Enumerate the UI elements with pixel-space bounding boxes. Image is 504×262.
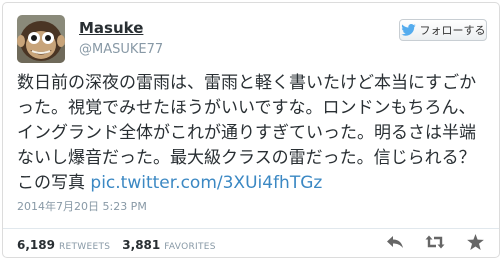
- tweet-actions: [385, 233, 485, 251]
- divider: [3, 228, 499, 229]
- follow-button[interactable]: フォローする: [399, 19, 487, 41]
- star-icon[interactable]: [465, 233, 485, 251]
- reply-icon[interactable]: [385, 233, 405, 251]
- avatar[interactable]: [17, 15, 65, 63]
- tweet-text: 数日前の深夜の雷雨は、雷雨と軽く書いたけど本当にすごかった。視覚でみせたほうがい…: [17, 71, 491, 196]
- tweet-stats: 6,189 RETWEETS 3,881 FAVORITES: [17, 238, 224, 252]
- favorites-label[interactable]: FAVORITES: [164, 242, 216, 252]
- display-name[interactable]: Masuke: [79, 19, 143, 37]
- twitter-bird-icon: [400, 24, 416, 36]
- user-handle[interactable]: @MASUKE77: [79, 42, 163, 57]
- tweet-photo-link[interactable]: pic.twitter.com/3XUi4fhTGz: [90, 173, 322, 193]
- tweet-card: Masuke @MASUKE77 フォローする 数日前の深夜の雷雨は、雷雨と軽く…: [2, 2, 500, 258]
- retweet-icon[interactable]: [425, 233, 445, 251]
- monkey-avatar-icon: [17, 15, 65, 63]
- tweet-timestamp[interactable]: 2014年7月20日 5:23 PM: [17, 198, 147, 214]
- retweets-label[interactable]: RETWEETS: [59, 242, 110, 252]
- retweets-count[interactable]: 6,189: [17, 238, 55, 252]
- favorites-count[interactable]: 3,881: [122, 238, 160, 252]
- follow-button-label: フォローする: [419, 24, 486, 37]
